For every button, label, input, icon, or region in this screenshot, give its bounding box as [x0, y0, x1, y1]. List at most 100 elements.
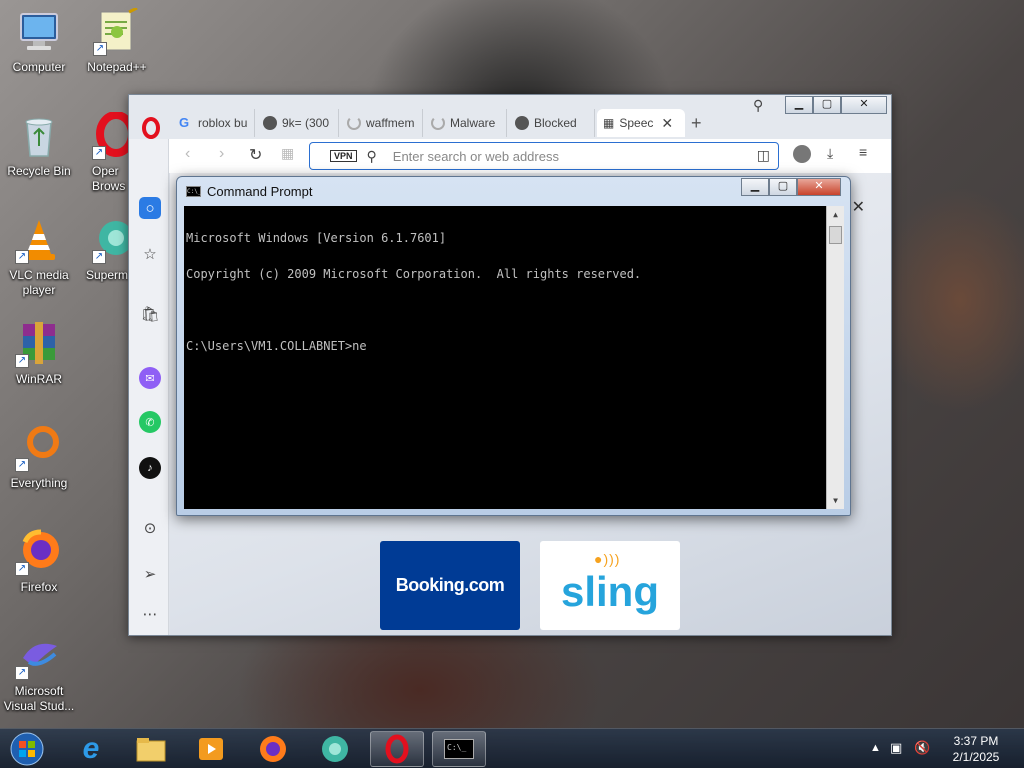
globe-icon: [263, 116, 277, 130]
taskbar-opera[interactable]: [370, 731, 424, 767]
desktop-icon-firefox[interactable]: ↗ Firefox: [0, 528, 78, 595]
tab-waffmem[interactable]: waffmem: [341, 109, 423, 137]
address-input[interactable]: Enter search or web address: [393, 149, 559, 164]
opera-icon: ↗: [92, 112, 130, 160]
desktop-icon-vlc[interactable]: ↗ VLC media player: [0, 216, 78, 298]
desktop-icon-computer[interactable]: Computer: [0, 8, 78, 75]
sidebar-bookmarks-icon[interactable]: ☆: [139, 243, 161, 265]
folder-icon: [136, 738, 166, 762]
loading-icon: [431, 116, 445, 130]
cmd-window-controls: ▁ ▢ ✕: [741, 178, 841, 196]
close-button[interactable]: ✕: [841, 96, 887, 114]
tab-blocked[interactable]: Blocked: [509, 109, 595, 137]
download-icon[interactable]: ⤓: [827, 145, 833, 162]
sidebar-opera-button[interactable]: ○: [139, 197, 161, 219]
taskbar-command-prompt[interactable]: C:\_: [432, 731, 486, 767]
tab-malware[interactable]: Malware: [425, 109, 507, 137]
scroll-up-icon[interactable]: ▲: [827, 206, 844, 223]
desktop-icon-everything[interactable]: ↗ Everything: [0, 424, 78, 491]
maximize-button[interactable]: ▢: [813, 96, 841, 114]
shortcut-arrow-icon: ↗: [92, 146, 106, 160]
console-line: Microsoft Windows [Version 6.1.7601]: [186, 231, 447, 245]
desktop-icon-label: Computer: [12, 60, 66, 74]
network-icon[interactable]: ▣: [890, 740, 902, 756]
supermium-icon: ↗: [92, 216, 130, 264]
desktop-icon-label: Superm: [86, 268, 129, 282]
desktop-icon-winrar[interactable]: ↗ WinRAR: [0, 320, 78, 387]
shortcut-arrow-icon: ↗: [15, 666, 29, 680]
desktop-icon-label: WinRAR: [15, 372, 62, 386]
desktop-icon-visual-studio[interactable]: ↗ Microsoft Visual Stud...: [0, 632, 78, 714]
sidebar-shopping-icon[interactable]: 🛍: [139, 303, 161, 325]
taskbar-internet-explorer[interactable]: e: [64, 731, 118, 767]
globe-icon: [515, 116, 529, 130]
back-icon[interactable]: ‹: [185, 145, 190, 163]
tile-label: sling: [560, 567, 659, 615]
minimize-button[interactable]: ▁: [785, 96, 813, 114]
vlc-icon: ↗: [15, 216, 63, 264]
taskbar-media-player[interactable]: [184, 731, 238, 767]
browser-window-controls: ▁ ▢ ✕: [785, 96, 887, 114]
desktop-icon-opera[interactable]: ↗ Oper Brows: [78, 112, 130, 194]
tab-9k[interactable]: 9k= (300: [257, 109, 339, 137]
close-tab-icon[interactable]: ✕: [661, 115, 673, 132]
supermium-icon: [322, 736, 348, 762]
opera-menu-icon[interactable]: [141, 117, 161, 139]
tab-roblox[interactable]: G roblox bu: [173, 109, 255, 137]
tab-label: 9k= (300: [282, 116, 330, 130]
scrollbar-thumb[interactable]: [829, 226, 842, 244]
sidebar-player-icon[interactable]: ⊙: [139, 517, 161, 539]
window-title: Command Prompt: [207, 184, 313, 199]
taskbar-supermium[interactable]: [308, 731, 362, 767]
desktop-icon-label: Oper Brows: [92, 164, 126, 193]
speed-dial-tile-booking[interactable]: Booking.com: [380, 541, 520, 630]
forward-icon[interactable]: ›: [219, 145, 224, 163]
desktop-icon-notepadpp[interactable]: ↗ Notepad++: [78, 6, 156, 75]
easy-setup-icon[interactable]: ≡: [859, 144, 867, 160]
start-button[interactable]: [4, 731, 50, 767]
desktop-icon-recycle-bin[interactable]: Recycle Bin: [0, 112, 78, 179]
google-icon: G: [179, 115, 190, 130]
close-button[interactable]: ✕: [797, 178, 841, 196]
close-banner-icon[interactable]: ✕: [852, 197, 865, 217]
search-icon: ⚲: [366, 147, 377, 164]
desktop-icon-supermium[interactable]: ↗ Superm: [78, 216, 130, 283]
address-bar[interactable]: VPN ⚲ Enter search or web address ◫: [309, 142, 779, 170]
tab-speed-dial[interactable]: ▦ Speec ✕: [597, 109, 685, 137]
taskbar: e C:\_ ▲ ▣ 🔇 3:37 PM 2/1/2025: [0, 728, 1024, 768]
sidebar-whatsapp-icon[interactable]: ✆: [139, 411, 161, 433]
console-output[interactable]: Microsoft Windows [Version 6.1.7601] Cop…: [184, 206, 844, 509]
vertical-scrollbar[interactable]: ▲ ▼: [826, 206, 844, 509]
media-player-icon: [199, 738, 223, 760]
firefox-icon: ↗: [15, 528, 63, 576]
desktop-icon-label: Notepad++: [87, 60, 147, 74]
show-hidden-icons[interactable]: ▲: [870, 742, 881, 754]
shortcut-arrow-icon: ↗: [93, 42, 107, 56]
minimize-button[interactable]: ▁: [741, 178, 769, 196]
volume-muted-icon[interactable]: 🔇: [914, 740, 930, 756]
tiles-icon[interactable]: ▦: [281, 145, 294, 162]
taskbar-firefox[interactable]: [246, 731, 300, 767]
maximize-button[interactable]: ▢: [769, 178, 797, 196]
sidebar-more-icon[interactable]: ⋯: [139, 603, 161, 625]
sling-wave-icon: ●))): [594, 551, 621, 567]
winrar-icon: ↗: [15, 320, 63, 368]
sidebar-tiktok-icon[interactable]: ♪: [139, 457, 161, 479]
shortcut-arrow-icon: ↗: [15, 250, 29, 264]
sidebar-messenger-icon[interactable]: ✉: [139, 367, 161, 389]
new-tab-button[interactable]: +: [691, 113, 702, 134]
profile-icon[interactable]: [793, 145, 811, 163]
sidebar-send-icon[interactable]: ➢: [139, 563, 161, 585]
desktop-icon-label: Firefox: [20, 580, 58, 594]
speed-dial-tile-sling[interactable]: ●))) sling: [540, 541, 680, 630]
scroll-down-icon[interactable]: ▼: [827, 492, 844, 509]
system-clock[interactable]: 3:37 PM 2/1/2025: [946, 733, 1006, 765]
reload-icon[interactable]: ↻: [249, 145, 262, 165]
search-tabs-icon[interactable]: ⚲: [753, 97, 763, 114]
command-prompt-window[interactable]: C:\_ Command Prompt ▁ ▢ ✕ Microsoft Wind…: [176, 176, 851, 516]
tab-label: Malware: [450, 116, 496, 130]
camera-icon[interactable]: ◫: [757, 147, 770, 164]
taskbar-file-explorer[interactable]: [124, 731, 178, 767]
vpn-badge[interactable]: VPN: [330, 150, 357, 162]
